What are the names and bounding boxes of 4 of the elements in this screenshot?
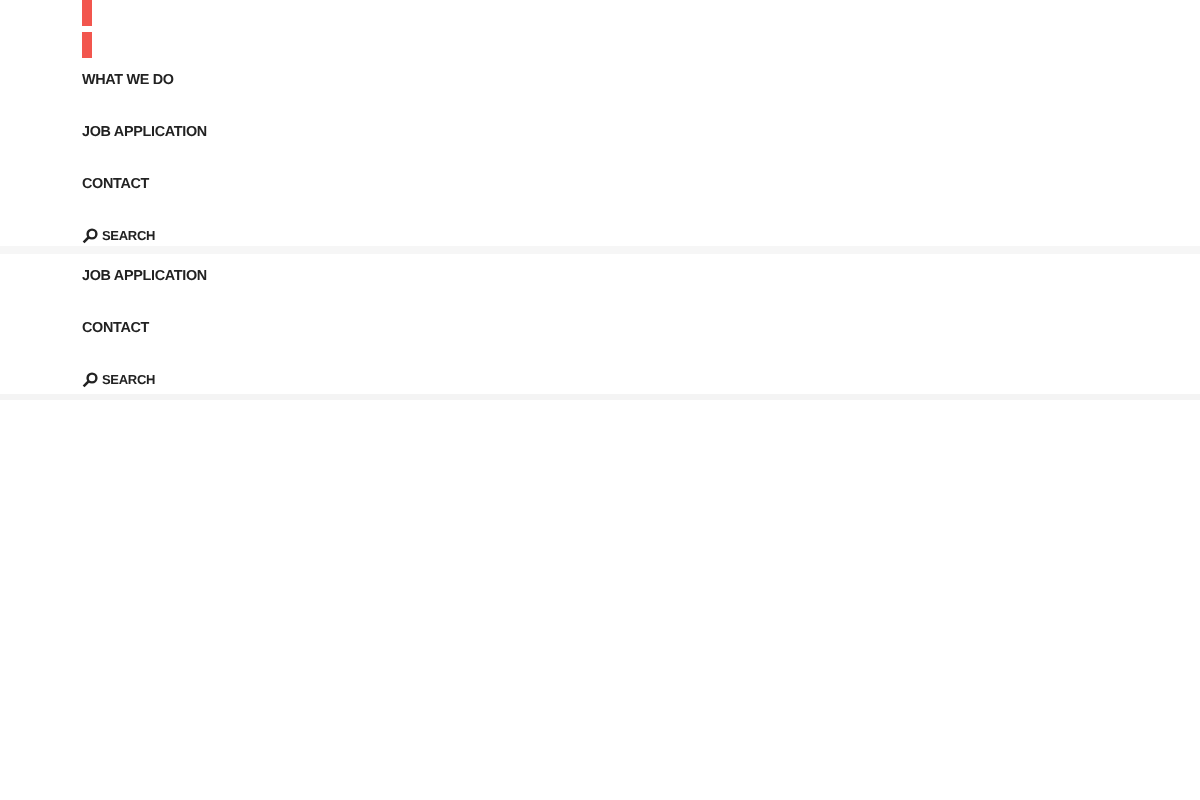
search-icon bbox=[82, 228, 98, 244]
accent-bar bbox=[82, 0, 92, 26]
accent-bar bbox=[82, 32, 92, 58]
search-icon bbox=[82, 372, 98, 388]
